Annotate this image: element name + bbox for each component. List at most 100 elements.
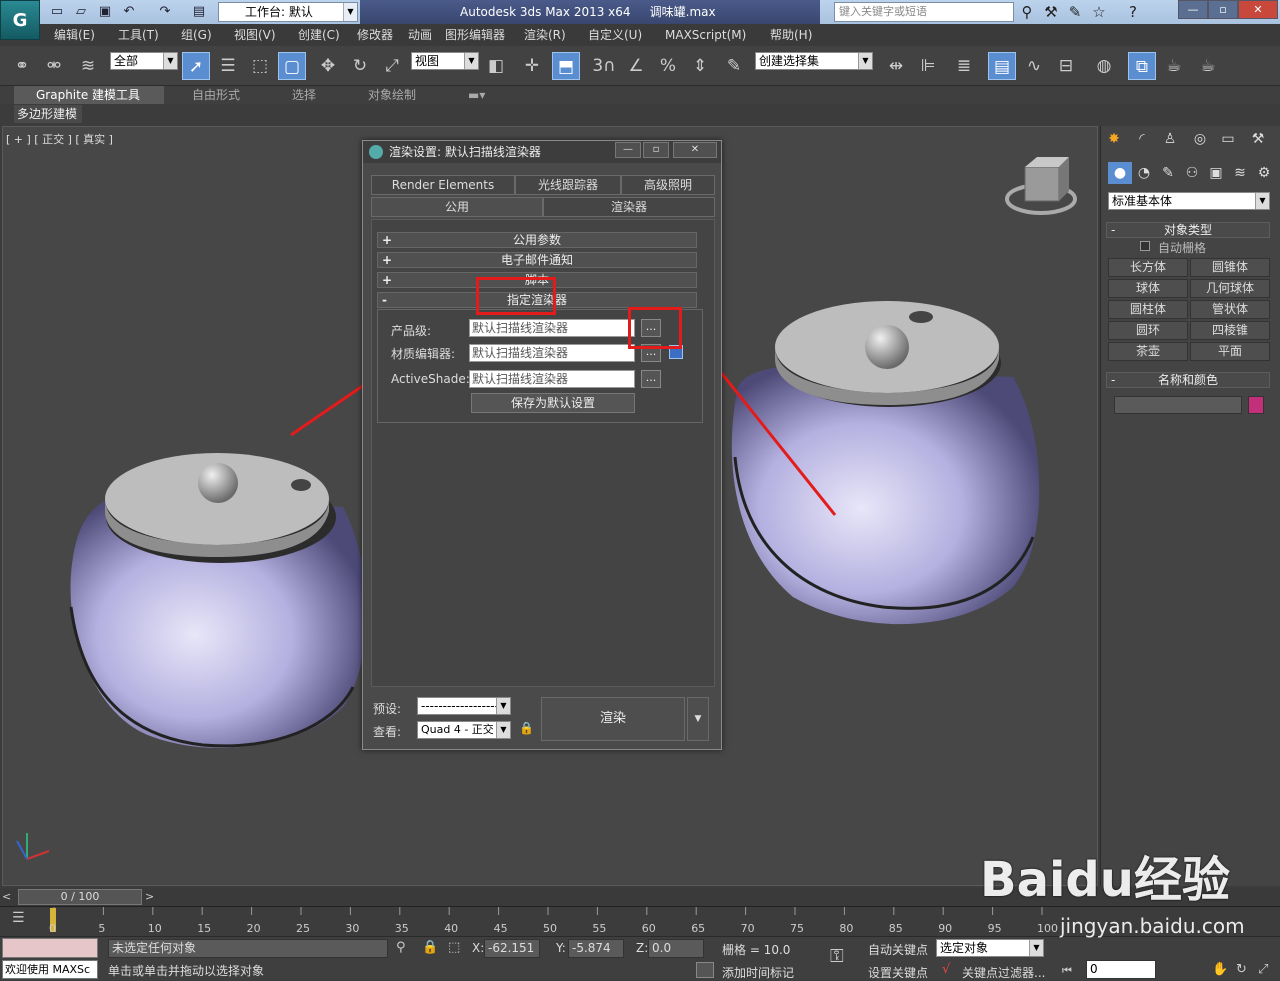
activeshade-choose-renderer-button[interactable]: ... [641, 370, 661, 388]
keyboard-shortcut-override-icon[interactable]: ⬒ [552, 52, 580, 80]
isolate-icon[interactable]: ⚲ [396, 940, 406, 955]
tab-render-elements[interactable]: Render Elements [371, 175, 515, 195]
tab-advanced-lighting[interactable]: 高级照明 [621, 175, 715, 195]
tools-icon[interactable]: ⚒ [1040, 2, 1062, 22]
menu-tools[interactable]: 工具(T) [110, 24, 167, 46]
spinner-snap-icon[interactable]: ⇕ [686, 52, 714, 80]
select-object-icon[interactable]: ➚ [182, 52, 210, 80]
orbit-icon[interactable]: ↻ [1236, 962, 1247, 977]
schematic-view-icon[interactable]: ⊟ [1052, 52, 1080, 80]
save-as-defaults-button[interactable]: 保存为默认设置 [471, 393, 635, 413]
selection-filter-select[interactable]: 全部 ▼ [110, 52, 178, 70]
menu-rendering[interactable]: 渲染(R) [516, 24, 574, 46]
menu-animation[interactable]: 动画 [400, 24, 440, 46]
menu-maxscript[interactable]: MAXScript(M) [657, 24, 754, 46]
unlink-icon[interactable]: ⚮ [40, 52, 68, 80]
align-icon[interactable]: ⊫ [914, 52, 942, 80]
create-tab-icon[interactable]: ✸ [1102, 128, 1126, 150]
pivot-center-icon[interactable]: ◧ [482, 52, 510, 80]
percent-snap-icon[interactable]: % [654, 52, 682, 80]
dialog-maximize-button[interactable]: ▫ [643, 142, 669, 158]
absolute-mode-icon[interactable]: ⬚ [448, 940, 460, 955]
shapes-icon[interactable]: ◔ [1132, 162, 1156, 184]
plane-button[interactable]: 平面 [1190, 342, 1270, 361]
layer-manager-icon[interactable]: ≣ [950, 52, 978, 80]
snaps-toggle-icon[interactable]: 3∩ [590, 52, 618, 80]
menu-help[interactable]: 帮助(H) [762, 24, 820, 46]
rectangular-selection-icon[interactable]: ⬚ [246, 52, 274, 80]
menu-customize[interactable]: 自定义(U) [580, 24, 650, 46]
add-time-tag[interactable]: 添加时间标记 [722, 964, 794, 981]
menu-create[interactable]: 创建(C) [290, 24, 348, 46]
scale-icon[interactable]: ⤢ [378, 52, 406, 80]
rendered-frame-icon[interactable]: ☕ [1160, 52, 1188, 80]
menu-views[interactable]: 视图(V) [226, 24, 284, 46]
name-color-rollout[interactable]: - 名称和颜色 [1106, 372, 1270, 388]
display-tab-icon[interactable]: ▭ [1216, 128, 1240, 150]
save-file-icon[interactable]: ▣ [96, 3, 114, 20]
render-button[interactable]: 渲染 [541, 697, 685, 741]
favorites-icon[interactable]: ☆ [1088, 2, 1110, 22]
maxscript-listener-mini[interactable] [2, 938, 98, 958]
pyramid-button[interactable]: 四棱锥 [1190, 321, 1270, 340]
menu-modifiers[interactable]: 修改器 [349, 24, 401, 46]
auto-key-button[interactable]: 自动关键点 [868, 941, 928, 958]
window-crossing-icon[interactable]: ▢ [278, 52, 306, 80]
preset-select[interactable]: ------------------ ▼ [417, 697, 511, 715]
menu-graph-editors[interactable]: 图形编辑器 [437, 24, 513, 46]
tube-button[interactable]: 管状体 [1190, 300, 1270, 319]
material-editor-icon[interactable]: ◍ [1090, 52, 1118, 80]
key-mode-select[interactable]: 选定对象 ▼ [936, 939, 1044, 957]
hierarchy-tab-icon[interactable]: ♙ [1158, 128, 1182, 150]
binoculars-icon[interactable]: ⚲ [1016, 2, 1038, 22]
cylinder-button[interactable]: 圆柱体 [1108, 300, 1188, 319]
ribbon-options-icon[interactable]: ▬▾ [462, 86, 491, 104]
open-file-icon[interactable]: ▱ [72, 3, 90, 20]
motion-tab-icon[interactable]: ◎ [1188, 128, 1212, 150]
project-folder-icon[interactable]: ▤ [190, 3, 208, 20]
reference-coordinate-select[interactable]: 视图 ▼ [411, 52, 479, 70]
edit-named-selection-icon[interactable]: ✎ [720, 52, 748, 80]
systems-icon[interactable]: ⚙ [1252, 162, 1276, 184]
viewcube-icon[interactable] [1005, 157, 1077, 215]
key-filters-button[interactable]: 关键点过滤器... [962, 964, 1045, 981]
app-logo-icon[interactable]: G [0, 0, 40, 40]
viewport-label[interactable]: [ + ] [ 正交 ] [ 真实 ] [6, 131, 113, 147]
redo-icon[interactable]: ↷ [156, 3, 174, 20]
view-select[interactable]: Quad 4 - 正交 ▼ [417, 721, 511, 739]
render-production-icon[interactable]: ☕ [1194, 52, 1222, 80]
lights-icon[interactable]: ✎ [1156, 162, 1180, 184]
bind-spacewarp-icon[interactable]: ≋ [74, 52, 102, 80]
geometry-icon[interactable]: ● [1108, 162, 1132, 184]
tab-renderer[interactable]: 渲染器 [543, 197, 715, 217]
utilities-tab-icon[interactable]: ⚒ [1246, 128, 1270, 150]
current-frame-field[interactable]: 0 [1086, 960, 1156, 979]
jar-right[interactable] [731, 301, 1040, 625]
selection-lock-icon[interactable]: 🔒 [422, 940, 438, 955]
object-type-rollout[interactable]: - 对象类型 [1106, 222, 1270, 238]
ribbon-tab-graphite[interactable]: Graphite 建模工具 [14, 86, 164, 104]
minimize-button[interactable]: — [1178, 0, 1208, 19]
curve-editor-icon[interactable]: ∿ [1020, 52, 1048, 80]
teapot-button[interactable]: 茶壶 [1108, 342, 1188, 361]
rollout-email-notifications[interactable]: + 电子邮件通知 [377, 252, 697, 268]
x-coordinate-field[interactable]: -62.151 [484, 939, 540, 958]
dialog-close-button[interactable]: ✕ [673, 142, 717, 158]
ribbon-tab-object-paint[interactable]: 对象绘制 [362, 86, 422, 104]
move-icon[interactable]: ✥ [314, 52, 342, 80]
ribbon-subtab-polygon-modeling[interactable]: 多边形建模 [14, 105, 82, 123]
search-input[interactable]: 键入关键字或短语 [834, 2, 1014, 22]
time-tag-icon[interactable] [696, 962, 714, 978]
go-to-start-icon[interactable]: ⏮ [1062, 964, 1072, 978]
next-frame-icon[interactable]: > [145, 890, 159, 904]
maximize-button[interactable]: ▫ [1208, 0, 1238, 19]
named-selection-set-select[interactable]: 创建选择集 ▼ [755, 52, 873, 70]
set-key-button[interactable]: 设置关键点 [868, 964, 928, 981]
link-icon[interactable]: ⚭ [8, 52, 36, 80]
ribbon-tab-selection[interactable]: 选择 [286, 86, 322, 104]
rotate-icon[interactable]: ↻ [346, 52, 374, 80]
geosphere-button[interactable]: 几何球体 [1190, 279, 1270, 298]
close-button[interactable]: ✕ [1238, 0, 1278, 19]
angle-snap-icon[interactable]: ∠ [622, 52, 650, 80]
maximize-viewport-icon[interactable]: ⤢ [1258, 962, 1268, 977]
